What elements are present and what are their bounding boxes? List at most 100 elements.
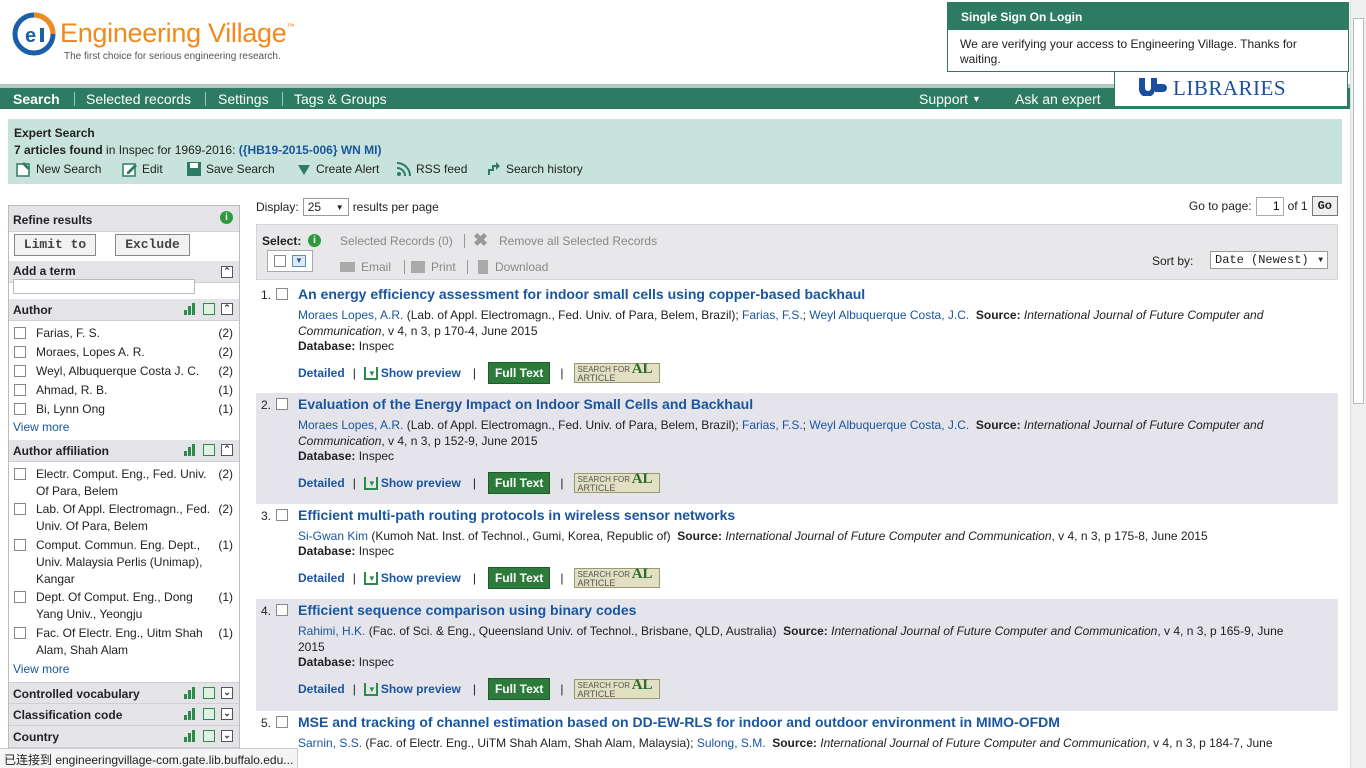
selected-records-count[interactable]: Selected Records (0) xyxy=(340,234,453,248)
info-icon[interactable]: i xyxy=(220,211,233,224)
full-text-button[interactable]: Full Text xyxy=(487,362,551,384)
author-link[interactable]: Weyl Albuquerque Costa, J.C. xyxy=(809,308,969,322)
edit-button[interactable]: Edit xyxy=(122,161,163,177)
export-icon[interactable] xyxy=(203,708,215,720)
limit-to-button[interactable]: Limit to xyxy=(14,234,96,256)
affiliation-facet-checkbox[interactable] xyxy=(14,591,26,603)
export-icon[interactable] xyxy=(203,687,215,699)
exclude-button[interactable]: Exclude xyxy=(115,234,190,256)
country-header[interactable]: Country ⌄ xyxy=(9,726,239,748)
affiliation-facet-checkbox[interactable] xyxy=(14,627,26,639)
search-for-article-button[interactable]: SEARCH FOR ARTICLE AL xyxy=(573,362,660,383)
ei-logo-icon[interactable]: e xyxy=(12,12,56,56)
nav-ask-expert[interactable]: Ask an expert xyxy=(1015,91,1101,107)
author-link[interactable]: Farias, F.S. xyxy=(742,308,803,322)
collapse-icon[interactable]: ⌃ xyxy=(221,303,233,315)
author-link[interactable]: Sarnin, S.S. xyxy=(298,736,362,750)
expand-icon[interactable]: ⌄ xyxy=(221,708,233,720)
author-link[interactable]: Rahimi, H.K. xyxy=(298,624,365,638)
affiliation-facet-row[interactable]: Dept. Of Comput. Eng., Dong Yang Univ., … xyxy=(14,589,233,623)
result-checkbox[interactable] xyxy=(276,716,288,728)
controlled-vocab-header[interactable]: Controlled vocabulary ⌄ xyxy=(9,682,239,704)
select-all-dropdown[interactable]: ▼ xyxy=(267,250,313,272)
nav-support[interactable]: Support ▼ xyxy=(919,91,981,107)
email-button[interactable]: Email xyxy=(361,260,391,274)
author-facet-row[interactable]: Bi, Lynn Ong (1) xyxy=(14,401,233,418)
export-icon[interactable] xyxy=(203,303,215,315)
affiliation-view-more-link[interactable]: View more xyxy=(13,662,69,676)
full-text-button[interactable]: Full Text xyxy=(487,472,551,494)
detailed-link[interactable]: Detailed xyxy=(298,366,345,380)
affiliation-facet-row[interactable]: Comput. Commun. Eng. Dept., Univ. Malays… xyxy=(14,537,233,588)
scrollbar-thumb[interactable] xyxy=(1353,18,1364,404)
detailed-link[interactable]: Detailed xyxy=(298,682,345,696)
download-button[interactable]: Download xyxy=(495,260,548,274)
result-checkbox[interactable] xyxy=(276,288,288,300)
author-facet-row[interactable]: Weyl, Albuquerque Costa J. C. (2) xyxy=(14,363,233,380)
bar-chart-icon[interactable] xyxy=(184,708,197,720)
author-link[interactable]: Sulong, S.M. xyxy=(697,736,766,750)
author-facet-row[interactable]: Ahmad, R. B. (1) xyxy=(14,382,233,399)
nav-search[interactable]: Search xyxy=(13,91,60,107)
show-preview-button[interactable]: ▼ Show preview xyxy=(363,366,461,380)
result-checkbox[interactable] xyxy=(276,604,288,616)
print-button[interactable]: Print xyxy=(431,260,456,274)
collapse-icon[interactable]: ⌃ xyxy=(221,266,233,278)
affiliation-facet-checkbox[interactable] xyxy=(14,539,26,551)
author-facet-checkbox[interactable] xyxy=(14,403,26,415)
affiliation-facet-checkbox[interactable] xyxy=(14,503,26,515)
rss-feed-button[interactable]: RSS feed xyxy=(396,161,467,177)
display-select[interactable]: 25 ▼ xyxy=(302,198,349,216)
author-view-more-link[interactable]: View more xyxy=(13,420,69,434)
author-link[interactable]: Si-Gwan Kim xyxy=(298,529,368,543)
nav-selected-records[interactable]: Selected records xyxy=(86,91,191,107)
affiliation-facet-row[interactable]: Electr. Comput. Eng., Fed. Univ. Of Para… xyxy=(14,466,233,500)
search-query-link[interactable]: ({HB19-2015-006} WN MI) xyxy=(239,143,382,157)
bar-chart-icon[interactable] xyxy=(184,730,197,742)
author-link[interactable]: Moraes Lopes, A.R. xyxy=(298,418,403,432)
select-all-checkbox[interactable] xyxy=(274,255,286,267)
search-for-article-button[interactable]: SEARCH FOR ARTICLE AL xyxy=(573,678,660,699)
create-alert-button[interactable]: Create Alert xyxy=(296,161,379,177)
result-checkbox[interactable] xyxy=(276,398,288,410)
go-button[interactable]: Go xyxy=(1311,196,1338,216)
bar-chart-icon[interactable] xyxy=(184,303,197,315)
page-scrollbar[interactable] xyxy=(1350,0,1366,768)
author-facet-checkbox[interactable] xyxy=(14,327,26,339)
result-title-link[interactable]: MSE and tracking of channel estimation b… xyxy=(298,714,1060,730)
export-icon[interactable] xyxy=(203,730,215,742)
author-facet-checkbox[interactable] xyxy=(14,384,26,396)
save-search-button[interactable]: Save Search xyxy=(186,161,275,177)
full-text-button[interactable]: Full Text xyxy=(487,567,551,589)
author-facet-checkbox[interactable] xyxy=(14,365,26,377)
nav-settings[interactable]: Settings xyxy=(218,91,269,107)
search-history-button[interactable]: Search history xyxy=(486,161,583,177)
result-title-link[interactable]: Evaluation of the Energy Impact on Indoo… xyxy=(298,396,753,412)
collapse-icon[interactable]: ⌃ xyxy=(221,444,233,456)
remove-all-selected-button[interactable]: Remove all Selected Records xyxy=(499,234,657,248)
app-title[interactable]: Engineering Village™ xyxy=(60,18,294,49)
new-search-button[interactable]: New Search xyxy=(16,161,101,177)
author-facet-row[interactable]: Moraes, Lopes A. R. (2) xyxy=(14,344,233,361)
affiliation-facet-checkbox[interactable] xyxy=(14,468,26,480)
author-facet-checkbox[interactable] xyxy=(14,346,26,358)
show-preview-button[interactable]: ▼ Show preview xyxy=(363,571,461,585)
export-icon[interactable] xyxy=(203,444,215,456)
bar-chart-icon[interactable] xyxy=(184,687,197,699)
author-link[interactable]: Moraes Lopes, A.R. xyxy=(298,308,403,322)
ub-libraries-logo[interactable]: LIBRARIES xyxy=(1114,72,1348,107)
goto-page-input[interactable] xyxy=(1255,196,1284,216)
sort-select[interactable]: Date (Newest) ▼ xyxy=(1210,251,1328,269)
search-for-article-button[interactable]: SEARCH FOR ARTICLE AL xyxy=(573,472,660,493)
detailed-link[interactable]: Detailed xyxy=(298,571,345,585)
full-text-button[interactable]: Full Text xyxy=(487,678,551,700)
result-title-link[interactable]: Efficient sequence comparison using bina… xyxy=(298,602,636,618)
result-checkbox[interactable] xyxy=(276,509,288,521)
author-link[interactable]: Weyl Albuquerque Costa, J.C. xyxy=(809,418,969,432)
nav-tags-groups[interactable]: Tags & Groups xyxy=(294,91,387,107)
expand-icon[interactable]: ⌄ xyxy=(221,687,233,699)
info-icon[interactable]: i xyxy=(308,234,321,247)
result-title-link[interactable]: Efficient multi-path routing protocols i… xyxy=(298,507,735,523)
author-facet-row[interactable]: Farias, F. S. (2) xyxy=(14,325,233,342)
expand-icon[interactable]: ⌄ xyxy=(221,730,233,742)
